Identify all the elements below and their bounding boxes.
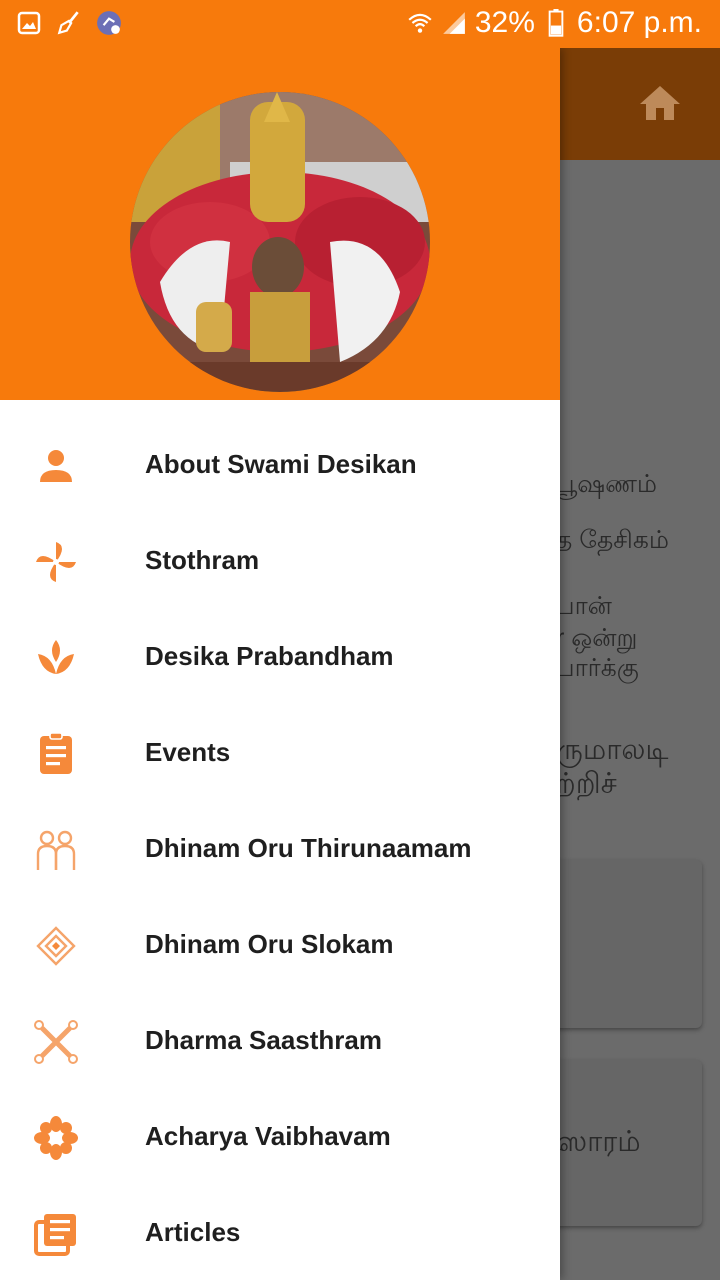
- menu-label: Dharma Saasthram: [145, 1025, 382, 1055]
- menu-item-dhinam-oru-thirunaamam[interactable]: Dhinam Oru Thirunaamam: [0, 802, 560, 898]
- home-icon[interactable]: [636, 80, 684, 128]
- person-icon: [32, 442, 80, 490]
- flower-icon: [32, 1114, 80, 1162]
- drawer-header: [0, 48, 560, 400]
- deity-photo: [130, 92, 430, 392]
- bg-text: r ஒன்று: [556, 624, 638, 652]
- bg-text: பூஷணம்: [556, 470, 658, 498]
- clipboard-icon: [32, 730, 80, 778]
- menu-label: Articles: [145, 1217, 241, 1247]
- wifi-icon: [407, 10, 433, 36]
- menu-item-articles[interactable]: Articles: [0, 1186, 560, 1280]
- lotus-icon: [32, 634, 80, 682]
- menu-item-stothram[interactable]: Stothram: [0, 514, 560, 610]
- bg-text: பார்க்கு: [556, 654, 639, 682]
- clock: 6:07 p.m.: [576, 6, 702, 39]
- bones-icon: [32, 1018, 80, 1066]
- menu-item-dharma-saasthram[interactable]: Dharma Saasthram: [0, 994, 560, 1090]
- pinwheel-icon: [32, 538, 80, 586]
- gallery-icon: [16, 10, 42, 36]
- couple-icon: [32, 826, 80, 874]
- drawer-menu: About Swami Desikan Stothram Desika Prab…: [0, 418, 560, 1280]
- diamond-icon: [32, 922, 80, 970]
- cleaner-app-icon: [96, 10, 122, 36]
- battery-percent: 32%: [474, 6, 535, 39]
- bg-text: ற்றிச்: [556, 768, 617, 800]
- menu-item-acharya-vaibhavam[interactable]: Acharya Vaibhavam: [0, 1090, 560, 1186]
- menu-label: Dhinam Oru Slokam: [145, 929, 394, 959]
- menu-item-dhinam-oru-slokam[interactable]: Dhinam Oru Slokam: [0, 898, 560, 994]
- status-bar: 32% 6:07 p.m.: [0, 0, 720, 48]
- navigation-drawer: About Swami Desikan Stothram Desika Prab…: [0, 48, 560, 1280]
- bg-text: ஸாரம்: [556, 1126, 641, 1158]
- menu-item-about-swami-desikan[interactable]: About Swami Desikan: [0, 418, 560, 514]
- articles-icon: [32, 1210, 80, 1258]
- menu-label: Events: [145, 737, 231, 767]
- menu-label: Acharya Vaibhavam: [145, 1121, 391, 1151]
- battery-icon: [543, 9, 569, 37]
- broom-icon: [56, 10, 82, 36]
- menu-label: Dhinam Oru Thirunaamam: [145, 833, 472, 863]
- menu-label: Stothram: [145, 545, 260, 575]
- menu-label: Desika Prabandham: [145, 641, 394, 671]
- menu-item-events[interactable]: Events: [0, 706, 560, 802]
- bg-text: பான்: [556, 592, 612, 620]
- menu-item-desika-prabandham[interactable]: Desika Prabandham: [0, 610, 560, 706]
- menu-label: About Swami Desikan: [145, 449, 417, 479]
- signal-icon: [441, 10, 467, 36]
- bg-card: [550, 860, 702, 1028]
- bg-text: த தேசிகம்: [556, 526, 669, 554]
- bg-text: ருமாலடி: [556, 734, 669, 766]
